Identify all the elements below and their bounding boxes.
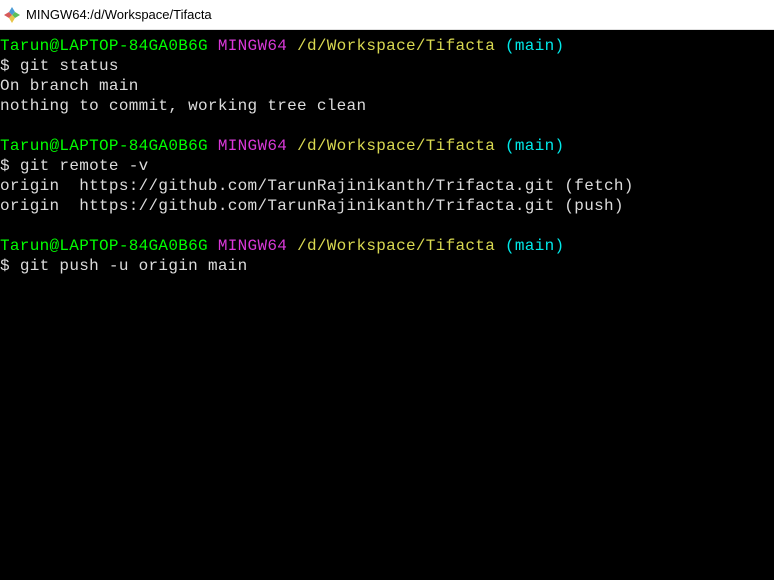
prompt-branch-open: ( (505, 37, 515, 55)
prompt-user: Tarun@LAPTOP-84GA0B6G (0, 237, 208, 255)
prompt-branch: main (515, 237, 555, 255)
app-icon (4, 7, 20, 23)
prompt-branch-close: ) (555, 37, 565, 55)
prompt-line: Tarun@LAPTOP-84GA0B6G MINGW64 /d/Workspa… (0, 136, 774, 156)
command-text: git status (20, 57, 119, 75)
output-line: origin https://github.com/TarunRajinikan… (0, 176, 774, 196)
prompt-branch-open: ( (505, 137, 515, 155)
prompt-line: Tarun@LAPTOP-84GA0B6G MINGW64 /d/Workspa… (0, 236, 774, 256)
prompt-user: Tarun@LAPTOP-84GA0B6G (0, 37, 208, 55)
command-line: $ git remote -v (0, 156, 774, 176)
command-text: git remote -v (20, 157, 149, 175)
prompt-line: Tarun@LAPTOP-84GA0B6G MINGW64 /d/Workspa… (0, 36, 774, 56)
prompt-symbol: $ (0, 157, 20, 175)
output-line: On branch main (0, 76, 774, 96)
prompt-branch: main (515, 37, 555, 55)
prompt-path: /d/Workspace/Tifacta (297, 237, 495, 255)
prompt-branch-open: ( (505, 237, 515, 255)
prompt-branch-close: ) (555, 237, 565, 255)
prompt-env: MINGW64 (218, 37, 287, 55)
terminal-area[interactable]: Tarun@LAPTOP-84GA0B6G MINGW64 /d/Workspa… (0, 30, 774, 580)
command-text: git push -u origin main (20, 257, 248, 275)
prompt-symbol: $ (0, 57, 20, 75)
output-line: nothing to commit, working tree clean (0, 96, 774, 116)
prompt-branch: main (515, 137, 555, 155)
command-line: $ git push -u origin main (0, 256, 774, 276)
blank-line (0, 116, 774, 136)
command-line: $ git status (0, 56, 774, 76)
window-title-bar[interactable]: MINGW64:/d/Workspace/Tifacta (0, 0, 774, 30)
prompt-env: MINGW64 (218, 237, 287, 255)
prompt-env: MINGW64 (218, 137, 287, 155)
prompt-user: Tarun@LAPTOP-84GA0B6G (0, 137, 208, 155)
prompt-path: /d/Workspace/Tifacta (297, 37, 495, 55)
blank-line (0, 216, 774, 236)
prompt-path: /d/Workspace/Tifacta (297, 137, 495, 155)
prompt-branch-close: ) (555, 137, 565, 155)
prompt-symbol: $ (0, 257, 20, 275)
window-title: MINGW64:/d/Workspace/Tifacta (26, 7, 212, 22)
output-line: origin https://github.com/TarunRajinikan… (0, 196, 774, 216)
